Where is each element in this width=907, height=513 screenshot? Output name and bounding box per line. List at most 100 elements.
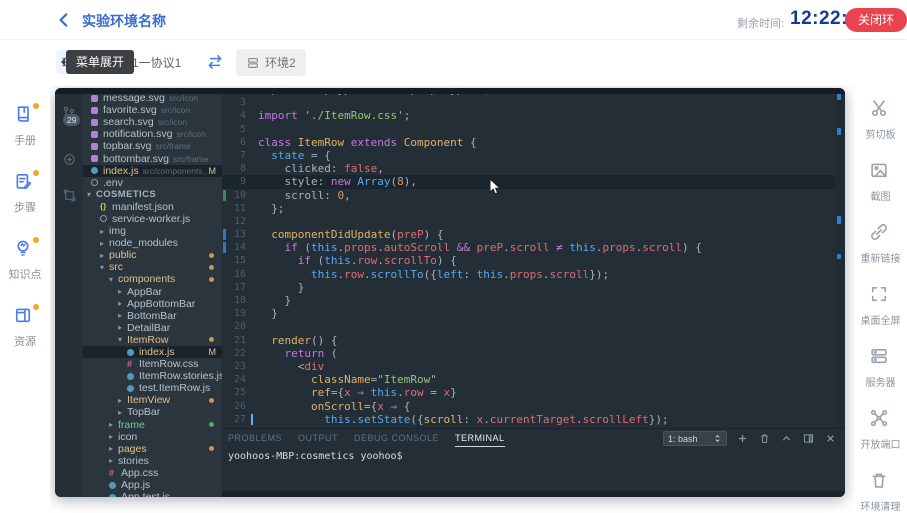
tree-item-AppBottomBar[interactable]: ▸AppBottomBar (83, 298, 222, 310)
line-number: 17 (222, 281, 246, 294)
tree-item-App.css[interactable]: #App.css (83, 467, 222, 479)
sidebar-item-手册[interactable]: 手册 (13, 104, 37, 148)
tree-item-search.svg[interactable]: search.svgsrc/icon (83, 116, 222, 128)
git-status-dot (209, 446, 214, 451)
shell-select[interactable]: 1: bash (663, 431, 727, 446)
split-terminal-icon[interactable] (802, 432, 815, 445)
code-line-4[interactable]: 4import './ItemRow.css'; (222, 109, 835, 122)
custom-view-icon[interactable] (55, 180, 83, 210)
sidebar-item-资源[interactable]: 资源 (13, 305, 37, 349)
sidebar-item-开放端口[interactable]: 开放端口 (861, 408, 901, 451)
tree-item-favorite.svg[interactable]: favorite.svgsrc/icon (83, 104, 222, 116)
sidebar-item-剪切板[interactable]: 剪切板 (866, 98, 896, 141)
tree-section-COSMETICS[interactable]: ▾COSMETICS (83, 189, 222, 201)
tab-environment-2[interactable]: 环境2 (236, 49, 306, 76)
file-explorer[interactable]: message.svgsrc/iconfavorite.svgsrc/icons… (83, 88, 222, 497)
sidebar-item-截图[interactable]: 截图 (869, 160, 893, 203)
tree-item-index.js[interactable]: index.jssrc/components…M (83, 165, 222, 177)
code-line-6[interactable]: 6class ItemRow extends Component { (222, 136, 835, 149)
tree-item-test.ItemRow.js[interactable]: test.ItemRow.js (83, 382, 222, 394)
sidebar-item-重新链接[interactable]: 重新链接 (861, 222, 901, 265)
extensions-icon[interactable] (55, 144, 83, 174)
tree-item-.env[interactable]: .env (83, 177, 222, 189)
tree-item-TopBar[interactable]: ▸TopBar (83, 406, 222, 418)
tree-item-DetailBar[interactable]: ▸DetailBar (83, 322, 222, 334)
tree-item-pages[interactable]: ▸pages (83, 443, 222, 455)
code-line-19[interactable]: 19 } (222, 307, 835, 320)
code-line-27[interactable]: 27 this.setState({scroll: x.currentTarge… (222, 413, 835, 426)
code-line-25[interactable]: 25 ref={x ⇒ this.row = x} (222, 386, 835, 399)
tree-item-label: AppBottomBar (127, 298, 195, 310)
swap-icon[interactable] (206, 53, 224, 71)
tree-item-index.js[interactable]: index.jsM (83, 346, 222, 358)
tree-item-node_modules[interactable]: ▸node_modules (83, 237, 222, 249)
code-line-23[interactable]: 23 <div (222, 360, 835, 373)
code-line-17[interactable]: 17 } (222, 281, 835, 294)
tree-item-stories[interactable]: ▸stories (83, 455, 222, 467)
tree-item-ItemRow.css[interactable]: #ItemRow.css (83, 358, 222, 370)
code-line-3[interactable]: 3 (222, 96, 835, 109)
tree-item-components[interactable]: ▾components (83, 273, 222, 285)
code-line-15[interactable]: 15 if (this.row.scrollTo) { (222, 254, 835, 267)
tree-item-notification.svg[interactable]: notification.svgsrc/icon (83, 128, 222, 140)
overview-ruler[interactable] (835, 88, 845, 428)
sidebar-item-步骤[interactable]: 步骤 (13, 171, 37, 215)
code-line-16[interactable]: 16 this.row.scrollTo({left: this.props.s… (222, 268, 835, 281)
back-icon[interactable] (55, 11, 73, 29)
tree-item-src[interactable]: ▾src (83, 261, 222, 273)
terminal-prompt[interactable]: yoohoos-MBP:cosmetics yoohoo$ (228, 451, 403, 462)
code-line-26[interactable]: 26 onScroll={x ⇒ { (222, 400, 835, 413)
close-environment-button[interactable]: 关闭环境 (845, 8, 907, 32)
code-line-24[interactable]: 24 className="ItemRow" (222, 373, 835, 386)
panel-tab-debug-console[interactable]: DEBUG CONSOLE (354, 431, 439, 447)
code-editor-area[interactable]: 2import PropTypes from 'prop-types';34im… (222, 88, 835, 428)
tree-item-ItemRow[interactable]: ▾ItemRow (83, 334, 222, 346)
tree-item-AppBar[interactable]: ▸AppBar (83, 286, 222, 298)
sidebar-item-label: 剪切板 (866, 126, 896, 141)
code-line-9[interactable]: 9 style: new Array(8), (222, 175, 835, 188)
chevron-right-icon: ▸ (100, 239, 109, 248)
tree-item-icon[interactable]: ▸icon (83, 431, 222, 443)
code-line-21[interactable]: 21 render() { (222, 334, 835, 347)
tree-item-ItemRow.stories.js[interactable]: ItemRow.stories.js (83, 370, 222, 382)
new-terminal-icon[interactable] (736, 432, 749, 445)
tree-item-bottombar.svg[interactable]: bottombar.svgsrc/frame (83, 152, 222, 164)
code-line-22[interactable]: 22 return ( (222, 347, 835, 360)
tree-item-manifest.json[interactable]: {}manifest.json (83, 201, 222, 213)
tree-item-service-worker.js[interactable]: service-worker.js (83, 213, 222, 225)
code-line-12[interactable]: 12 (222, 215, 835, 228)
code-line-5[interactable]: 5 (222, 123, 835, 136)
code-line-13[interactable]: 13 componentDidUpdate(preP) { (222, 228, 835, 241)
code-line-14[interactable]: 14 if (this.props.autoScroll && preP.scr… (222, 241, 835, 254)
sidebar-item-服务器[interactable]: 服务器 (866, 346, 896, 389)
trash-icon (869, 470, 893, 494)
tree-item-App.js[interactable]: App.js (83, 479, 222, 491)
code-line-11[interactable]: 11 }; (222, 202, 835, 215)
tree-item-topbar.svg[interactable]: topbar.svgsrc/frame (83, 140, 222, 152)
tree-item-img[interactable]: ▸img (83, 225, 222, 237)
line-number: 25 (222, 386, 246, 399)
code-line-18[interactable]: 18 } (222, 294, 835, 307)
sidebar-item-知识点[interactable]: 知识点 (9, 238, 42, 282)
tree-item-label: DetailBar (127, 322, 170, 334)
sidebar-item-环境清理[interactable]: 环境清理 (861, 470, 901, 513)
tree-item-BottomBar[interactable]: ▸BottomBar (83, 310, 222, 322)
tree-item-frame[interactable]: ▸frame (83, 419, 222, 431)
tree-item-public[interactable]: ▸public (83, 249, 222, 261)
panel-tab-terminal[interactable]: TERMINAL (455, 431, 505, 447)
code-line-8[interactable]: 8 clicked: false, (222, 162, 835, 175)
close-panel-icon[interactable] (824, 432, 837, 445)
tree-item-ItemView[interactable]: ▸ItemView (83, 394, 222, 406)
panel-tab-output[interactable]: OUTPUT (298, 431, 338, 447)
vscode-editor-window[interactable]: 29 message.svgsrc/iconfavorite.svgsrc/ic… (55, 88, 845, 497)
panel-tab-problems[interactable]: PROBLEMS (228, 431, 282, 447)
tree-item-App.test.js[interactable]: App.test.js (83, 491, 222, 497)
fullscreen-icon (869, 284, 893, 308)
code-text: componentDidUpdate(preP) { (258, 228, 443, 241)
sidebar-item-桌面全屏[interactable]: 桌面全屏 (861, 284, 901, 327)
maximize-panel-icon[interactable] (780, 432, 793, 445)
code-line-20[interactable]: 20 (222, 320, 835, 333)
kill-terminal-icon[interactable] (758, 432, 771, 445)
code-line-7[interactable]: 7 state = { (222, 149, 835, 162)
code-line-10[interactable]: 10 scroll: 0, (222, 189, 835, 202)
